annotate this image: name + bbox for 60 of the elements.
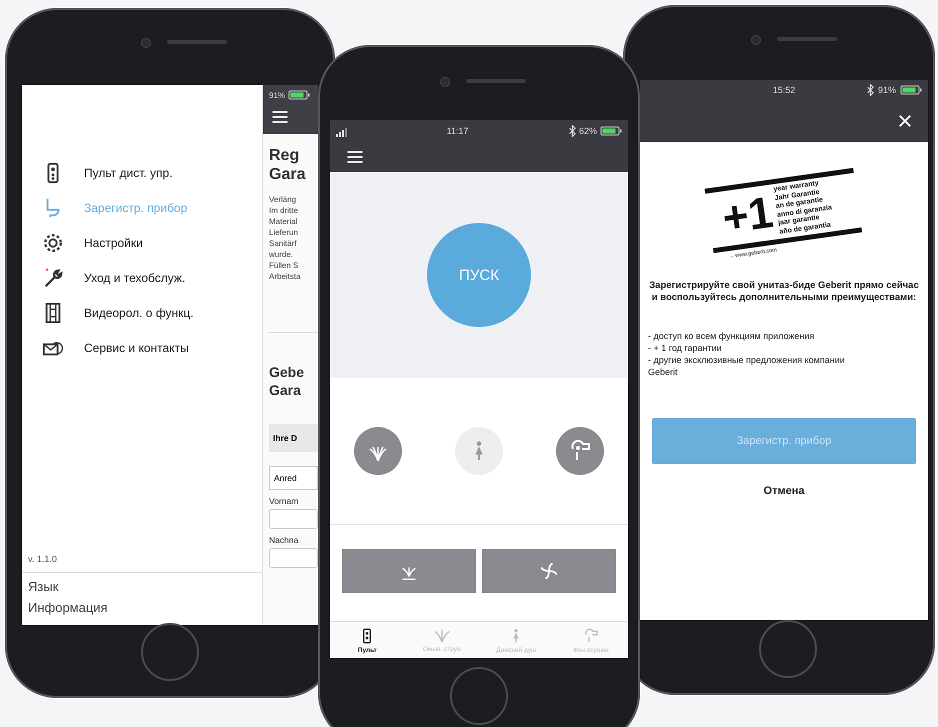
section-header: Ihre D bbox=[269, 424, 318, 452]
spray-icon bbox=[434, 628, 450, 644]
body-text: Lieferun bbox=[269, 227, 299, 238]
page-title: Reg bbox=[269, 146, 300, 165]
battery-icon bbox=[600, 125, 622, 137]
body-text: Sanitärf bbox=[269, 238, 298, 249]
body-text: Material bbox=[269, 216, 298, 227]
menu-item[interactable]: Уход и техобслуж. bbox=[22, 260, 262, 295]
fan-icon bbox=[538, 560, 560, 582]
body-text: Verläng bbox=[269, 194, 298, 205]
page-title: Gara bbox=[269, 165, 307, 184]
benefit-text: - другие эксклюзивные предложения компании Geberit bbox=[648, 354, 846, 378]
time-text: 15:52 bbox=[772, 85, 796, 95]
menu-item-label: Пульт дист. упр. bbox=[84, 166, 173, 180]
menu-item-label: Зарегистр. прибор bbox=[84, 200, 188, 214]
footer-link[interactable]: Информация bbox=[28, 600, 256, 615]
menu-item[interactable]: Видеорол. о функц. bbox=[22, 295, 262, 330]
body-text: wurde. bbox=[269, 249, 294, 260]
battery-text: 91% bbox=[878, 85, 896, 95]
menu-item-label: Настройки bbox=[84, 236, 143, 250]
mode-button[interactable] bbox=[556, 427, 604, 475]
body-text: Füllen S bbox=[269, 260, 300, 271]
menu-item[interactable]: Сервис и контакты bbox=[22, 330, 262, 365]
menu-item-label: Уход и техобслуж. bbox=[84, 270, 186, 284]
menu-item-label: Видеорол. о функц. bbox=[84, 306, 194, 320]
menu-item-label: Сервис и контакты bbox=[84, 340, 189, 354]
benefit-text: - доступ ко всем функциям приложения bbox=[648, 330, 816, 342]
mode-button[interactable] bbox=[455, 427, 503, 475]
hair-dryer-icon bbox=[582, 626, 599, 644]
version-text: v. 1.1.0 bbox=[27, 554, 58, 566]
camera-lens bbox=[141, 38, 151, 48]
body-text: Arbeitsta bbox=[269, 271, 302, 282]
camera-lens bbox=[440, 77, 450, 87]
settings-icon bbox=[42, 232, 64, 254]
signal-icon bbox=[336, 126, 348, 136]
menu-item[interactable]: Настройки bbox=[22, 225, 262, 260]
promo-heading: Зарегистрируйте свой унитаз-биде Geberit прямо сейчас и воспользуйтесь дополнительными преимуществами: bbox=[648, 280, 920, 304]
field-label: Vornam bbox=[269, 496, 300, 506]
footer-link[interactable]: Язык bbox=[28, 579, 256, 594]
wrench-icon bbox=[42, 266, 64, 288]
mode-button[interactable] bbox=[354, 427, 402, 475]
section-title: Gebe bbox=[269, 363, 306, 381]
input-field[interactable] bbox=[269, 548, 318, 568]
time-text: 11:17 bbox=[446, 126, 468, 136]
section-title: Gara bbox=[269, 381, 302, 399]
battery-icon bbox=[288, 89, 310, 101]
battery-text: 62% bbox=[578, 126, 597, 136]
bluetooth-icon bbox=[566, 125, 576, 137]
battery-text: 91% bbox=[269, 90, 286, 100]
benefit-text: - + 1 год гарантии bbox=[648, 342, 723, 354]
camera-lens bbox=[751, 35, 761, 45]
battery-icon bbox=[900, 84, 922, 96]
home-button[interactable] bbox=[141, 623, 199, 681]
input-field[interactable] bbox=[269, 509, 318, 529]
salutation-select[interactable]: Anred bbox=[269, 466, 318, 490]
bluetooth-icon bbox=[864, 84, 874, 96]
cancel-button[interactable]: Отмена bbox=[758, 484, 810, 498]
field-label: Nachna bbox=[269, 535, 300, 545]
menu-item[interactable]: Пульт дист. упр. bbox=[22, 155, 262, 190]
body-text: Im dritte bbox=[269, 205, 299, 216]
